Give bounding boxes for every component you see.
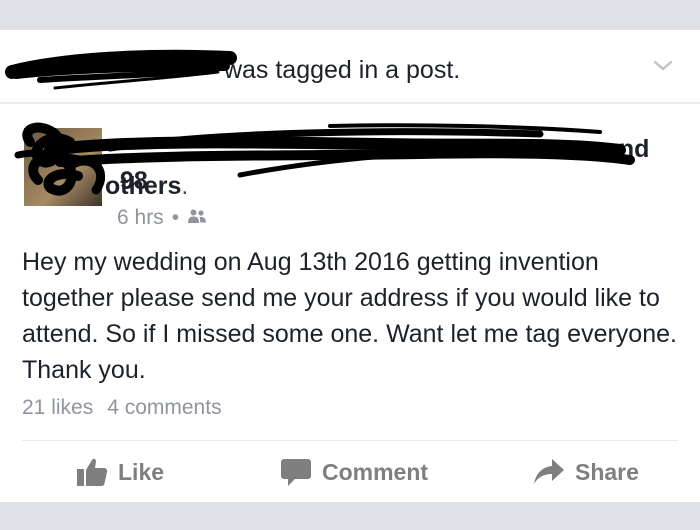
redacted-name	[22, 52, 217, 78]
author-tail: and 98	[120, 135, 650, 195]
post-body: Hey my wedding on Aug 13th 2016 getting …	[22, 248, 677, 384]
post-stats: 21 likes 4 comments	[22, 394, 236, 422]
chevron-down-icon[interactable]	[652, 54, 674, 76]
post-meta: 6 hrs •	[117, 204, 207, 232]
tag-notification-line: was tagged in a post.	[22, 50, 460, 90]
post-card: was tagged in a post. and 98 others. 6 h…	[0, 30, 700, 502]
comments-count[interactable]: 4 comments	[107, 396, 221, 419]
share-arrow-icon	[533, 457, 565, 487]
comment-button[interactable]: Comment	[280, 450, 428, 494]
post-author-line[interactable]: and 98	[120, 133, 680, 197]
avatar[interactable]	[24, 128, 102, 206]
like-label: Like	[118, 458, 165, 485]
divider	[0, 102, 700, 104]
post-actions: Like Comment Share	[0, 450, 700, 494]
friends-icon[interactable]	[187, 204, 207, 232]
others-dot: .	[181, 172, 189, 200]
others-label: others	[105, 172, 182, 200]
meta-separator: •	[171, 206, 180, 229]
post-time[interactable]: 6 hrs	[117, 204, 164, 232]
bottom-gap	[0, 502, 700, 530]
tagged-others-link[interactable]: others.	[105, 170, 188, 202]
tag-notification-text: was tagged in a post.	[223, 56, 461, 84]
comment-icon	[280, 457, 312, 487]
share-button[interactable]: Share	[533, 450, 639, 494]
thumbs-up-icon	[76, 457, 108, 487]
comment-label: Comment	[322, 458, 429, 485]
top-gap	[0, 0, 700, 30]
share-label: Share	[575, 458, 639, 485]
likes-count[interactable]: 21 likes	[22, 396, 93, 419]
like-button[interactable]: Like	[76, 450, 164, 494]
divider	[22, 440, 678, 441]
